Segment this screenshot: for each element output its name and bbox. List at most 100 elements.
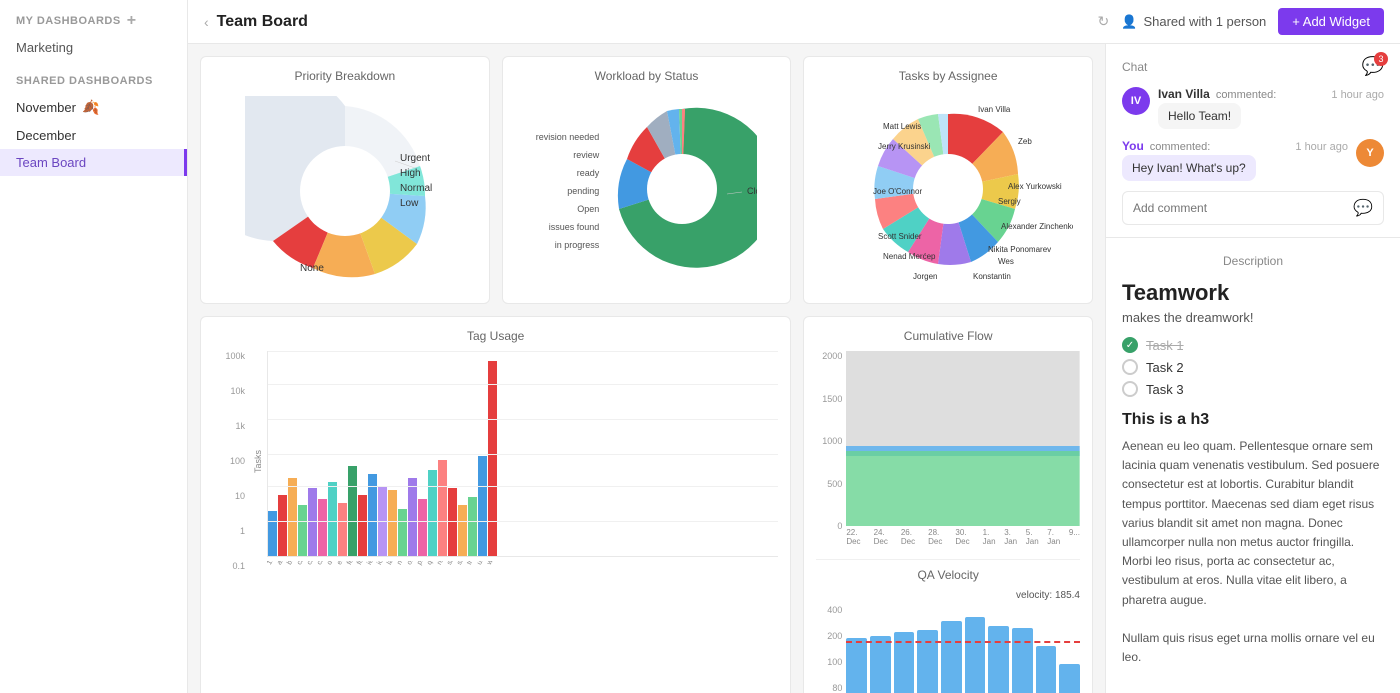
qy-200: 200 <box>816 631 842 641</box>
add-dashboard-icon[interactable]: + <box>127 12 137 30</box>
bar-fixed <box>358 495 367 557</box>
cumulative-flow-card: Cumulative Flow 2000 1500 1000 500 0 <box>803 316 1093 693</box>
cy-1500: 1500 <box>816 394 842 404</box>
bar-needapi <box>398 509 407 556</box>
page-title: Team Board <box>217 13 1090 31</box>
header-actions: ↻ 👤 Shared with 1 person + Add Widget <box>1098 8 1384 35</box>
chat-verb-1: commented: <box>1216 89 1277 101</box>
cy-0: 0 <box>816 521 842 531</box>
chat-content-1: Ivan Villa commented: 1 hour ago Hello T… <box>1158 87 1384 129</box>
qa-chart-container: 400 200 100 80 60 <box>816 605 1080 693</box>
tasks-assignee-card: Tasks by Assignee <box>803 56 1093 304</box>
bar-landing <box>388 490 397 556</box>
chat-input[interactable] <box>1133 201 1345 215</box>
chat-message-2: You commented: 1 hour ago Hey Ivan! What… <box>1122 139 1384 181</box>
tag-bars <box>267 351 778 557</box>
cx-5jan: 5. Jan <box>1026 528 1048 546</box>
tag-chart-container: 100k 10k 1k 100 10 1 0.1 Tasks <box>213 351 778 611</box>
task-label-1: Task 1 <box>1146 338 1184 353</box>
svg-text:Urgent: Urgent <box>400 153 430 164</box>
y-100: 100 <box>213 456 245 466</box>
sidebar-item-team-board[interactable]: Team Board <box>0 149 187 176</box>
description-section: Description Teamwork makes the dreamwork… <box>1106 238 1400 693</box>
svg-text:Closed: Closed <box>747 186 757 196</box>
svg-text:Normal: Normal <box>400 183 432 194</box>
bar-userreported <box>478 456 487 556</box>
chat-message-1: IV Ivan Villa commented: 1 hour ago Hell… <box>1122 87 1384 129</box>
svg-text:Scott Snider: Scott Snider <box>878 232 922 241</box>
y-100k: 100k <box>213 351 245 361</box>
bar-review <box>438 460 447 556</box>
chat-input-row[interactable]: 💬 <box>1122 191 1384 225</box>
tag-y-axis: 100k 10k 1k 100 10 1 0.1 <box>213 351 249 611</box>
priority-breakdown-card: Priority Breakdown <box>200 56 490 304</box>
charts-area: Priority Breakdown <box>188 44 1105 693</box>
description-h3: This is a h3 <box>1122 411 1384 429</box>
wl-issues: issues found <box>536 218 600 236</box>
send-icon[interactable]: 💬 <box>1353 198 1373 218</box>
svg-text:High: High <box>400 168 421 179</box>
cx-24dec: 24. Dec <box>874 528 901 546</box>
person-icon: 👤 <box>1121 14 1137 30</box>
collapse-sidebar-button[interactable]: ‹ <box>204 14 209 30</box>
bar-onboarding <box>408 478 417 556</box>
svg-text:Joe O'Connor: Joe O'Connor <box>873 187 922 196</box>
bar-cloudwatch <box>318 499 327 556</box>
shared-button[interactable]: 👤 Shared with 1 person <box>1121 14 1266 30</box>
task-label-2: Task 2 <box>1146 360 1184 375</box>
tasks-assignee-title: Tasks by Assignee <box>816 69 1080 83</box>
cx-9: 9... <box>1069 528 1080 546</box>
y-1k: 1k <box>213 421 245 431</box>
chat-time-1: 1 hour ago <box>1331 89 1384 101</box>
cumulative-flow-title: Cumulative Flow <box>816 329 1080 343</box>
cx-1jan: 1. Jan <box>983 528 1005 546</box>
refresh-button[interactable]: ↻ <box>1098 13 1110 30</box>
sidebar-item-marketing[interactable]: Marketing <box>0 36 187 63</box>
dashboard: Priority Breakdown <box>188 44 1400 693</box>
cy-1000: 1000 <box>816 436 842 446</box>
bar-wordpress <box>488 361 497 556</box>
chat-section: Chat 💬 3 IV Ivan Villa commented: 1 hour… <box>1106 44 1400 238</box>
qa-bar-8 <box>1012 628 1033 693</box>
bar-chrome <box>308 488 317 556</box>
chat-notification-badge: 3 <box>1374 52 1388 66</box>
task-check-1[interactable]: ✓ <box>1122 337 1138 353</box>
task-item-2: Task 2 <box>1122 359 1384 375</box>
wl-review: review <box>536 146 600 164</box>
my-dashboards-section: MY DASHBOARDS + <box>0 0 187 36</box>
priority-pie-container: Urgent High Normal Low None <box>213 91 477 291</box>
svg-text:Sergiy: Sergiy <box>998 197 1021 206</box>
workload-chart-container: revision needed review ready pending Ope… <box>515 91 779 291</box>
task-check-3[interactable] <box>1122 381 1138 397</box>
qy-80: 80 <box>816 683 842 693</box>
y-10: 10 <box>213 491 245 501</box>
cx-22dec: 22. Dec <box>846 528 873 546</box>
qa-y-axis: 400 200 100 80 60 <box>816 605 846 693</box>
december-label: December <box>16 128 76 143</box>
qa-bar-2 <box>870 636 891 693</box>
qa-velocity-title: QA Velocity <box>816 568 1080 582</box>
svg-text:Konstantin: Konstantin <box>973 272 1011 281</box>
task-item-3: Task 3 <box>1122 381 1384 397</box>
add-widget-button[interactable]: + Add Widget <box>1278 8 1384 35</box>
task-check-2[interactable] <box>1122 359 1138 375</box>
shared-dashboards-label: SHARED DASHBOARDS <box>0 63 187 93</box>
bar-canny <box>298 505 307 556</box>
y-1: 1 <box>213 526 245 536</box>
qa-bar-10 <box>1059 664 1080 693</box>
svg-text:Wes: Wes <box>998 257 1014 266</box>
sidebar-item-december[interactable]: December <box>0 122 187 149</box>
cumflow-svg <box>846 351 1080 526</box>
chat-meta-1: Ivan Villa commented: 1 hour ago <box>1158 87 1384 101</box>
cumflow-chart-area: 22. Dec 24. Dec 26. Dec 28. Dec 30. Dec … <box>846 351 1080 551</box>
wl-inprogress: in progress <box>536 236 600 254</box>
shared-label: Shared with 1 person <box>1143 14 1266 29</box>
cumflow-container: 2000 1500 1000 500 0 <box>816 351 1080 551</box>
cy-2000: 2000 <box>816 351 842 361</box>
wl-open: Open <box>536 200 600 218</box>
svg-text:Nikita Ponomarev: Nikita Ponomarev <box>988 245 1051 254</box>
avatar-ivan: IV <box>1122 87 1150 115</box>
qa-bar-6 <box>965 617 986 693</box>
sidebar-item-november[interactable]: November 🍂 <box>0 93 187 122</box>
chat-meta-2: You commented: 1 hour ago <box>1122 139 1348 153</box>
